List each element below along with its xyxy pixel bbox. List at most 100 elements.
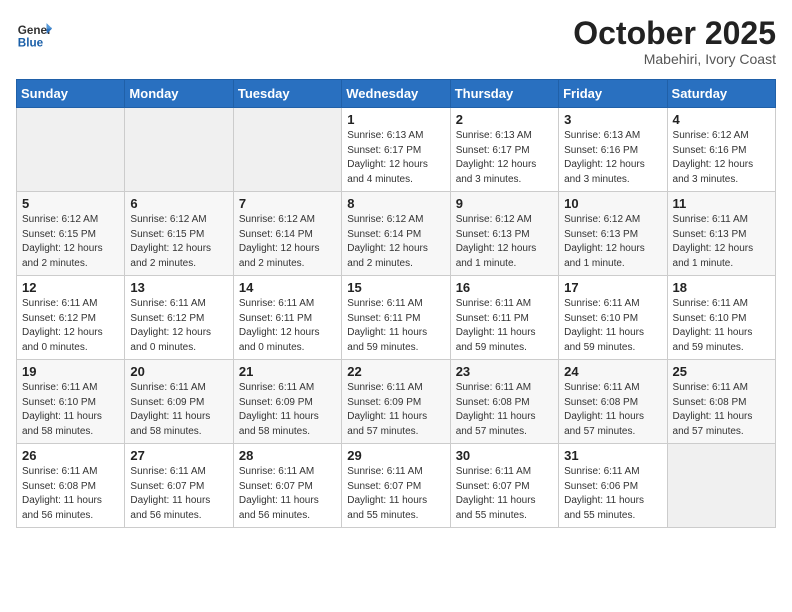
day-info: Sunrise: 6:11 AM Sunset: 6:07 PM Dayligh… <box>239 465 336 523</box>
day-cell: 12Sunrise: 6:11 AM Sunset: 6:12 PM Dayli… <box>17 276 125 360</box>
day-number: 12 <box>22 280 119 295</box>
day-number: 26 <box>22 448 119 463</box>
day-number: 16 <box>456 280 553 295</box>
day-info: Sunrise: 6:11 AM Sunset: 6:09 PM Dayligh… <box>239 381 336 439</box>
page-header: General Blue October 2025 Mabehiri, Ivor… <box>16 16 776 67</box>
day-cell: 5Sunrise: 6:12 AM Sunset: 6:15 PM Daylig… <box>17 192 125 276</box>
day-info: Sunrise: 6:11 AM Sunset: 6:08 PM Dayligh… <box>564 381 661 439</box>
day-cell <box>125 108 233 192</box>
day-info: Sunrise: 6:11 AM Sunset: 6:11 PM Dayligh… <box>239 297 336 355</box>
location-subtitle: Mabehiri, Ivory Coast <box>573 51 776 67</box>
week-row-3: 12Sunrise: 6:11 AM Sunset: 6:12 PM Dayli… <box>17 276 776 360</box>
day-number: 19 <box>22 364 119 379</box>
day-cell: 6 Sunrise: 6:12 AM Sunset: 6:15 PM Daylig… <box>125 192 233 276</box>
day-cell: 10Sunrise: 6:12 AM Sunset: 6:13 PM Dayli… <box>559 192 667 276</box>
header-sunday: Sunday <box>17 80 125 108</box>
svg-text:Blue: Blue <box>18 37 44 50</box>
day-number: 15 <box>347 280 444 295</box>
day-cell: 28 Sunrise: 6:11 AM Sunset: 6:07 PM Dayli… <box>233 444 341 528</box>
day-info: Sunrise: 6:11 AM Sunset: 6:10 PM Dayligh… <box>673 297 770 355</box>
day-info: Sunrise: 6:12 AM Sunset: 6:14 PM Dayligh… <box>239 213 336 271</box>
title-block: October 2025 Mabehiri, Ivory Coast <box>573 16 776 67</box>
day-number: 8 <box>347 196 444 211</box>
day-number: 28 <box>239 448 336 463</box>
day-cell: 29 Sunrise: 6:11 AM Sunset: 6:07 PM Dayli… <box>342 444 450 528</box>
day-info: Sunrise: 6:12 AM Sunset: 6:13 PM Dayligh… <box>456 213 553 271</box>
day-cell <box>233 108 341 192</box>
logo: General Blue <box>16 16 52 52</box>
day-info: Sunrise: 6:12 AM Sunset: 6:13 PM Dayligh… <box>564 213 661 271</box>
day-cell: 26 Sunrise: 6:11 AM Sunset: 6:08 PM Dayli… <box>17 444 125 528</box>
week-row-1: 1 Sunrise: 6:13 AM Sunset: 6:17 PM Daylig… <box>17 108 776 192</box>
day-number: 6 <box>130 196 227 211</box>
day-cell: 3Sunrise: 6:13 AM Sunset: 6:16 PM Daylig… <box>559 108 667 192</box>
header-monday: Monday <box>125 80 233 108</box>
day-number: 29 <box>347 448 444 463</box>
header-thursday: Thursday <box>450 80 558 108</box>
day-number: 24 <box>564 364 661 379</box>
day-cell: 7Sunrise: 6:12 AM Sunset: 6:14 PM Daylig… <box>233 192 341 276</box>
day-number: 23 <box>456 364 553 379</box>
day-cell: 24 Sunrise: 6:11 AM Sunset: 6:08 PM Dayli… <box>559 360 667 444</box>
day-number: 1 <box>347 112 444 127</box>
day-cell: 19 Sunrise: 6:11 AM Sunset: 6:10 PM Dayli… <box>17 360 125 444</box>
day-info: Sunrise: 6:12 AM Sunset: 6:14 PM Dayligh… <box>347 213 444 271</box>
day-cell: 31 Sunrise: 6:11 AM Sunset: 6:06 PM Dayli… <box>559 444 667 528</box>
day-info: Sunrise: 6:11 AM Sunset: 6:08 PM Dayligh… <box>673 381 770 439</box>
day-number: 31 <box>564 448 661 463</box>
day-number: 9 <box>456 196 553 211</box>
day-number: 14 <box>239 280 336 295</box>
day-cell: 11 Sunrise: 6:11 AM Sunset: 6:13 PM Dayli… <box>667 192 775 276</box>
day-cell: 15Sunrise: 6:11 AM Sunset: 6:11 PM Dayli… <box>342 276 450 360</box>
day-number: 25 <box>673 364 770 379</box>
day-cell <box>17 108 125 192</box>
day-cell: 17 Sunrise: 6:11 AM Sunset: 6:10 PM Dayli… <box>559 276 667 360</box>
day-number: 20 <box>130 364 227 379</box>
day-cell <box>667 444 775 528</box>
day-cell: 4 Sunrise: 6:12 AM Sunset: 6:16 PM Daylig… <box>667 108 775 192</box>
day-info: Sunrise: 6:11 AM Sunset: 6:10 PM Dayligh… <box>22 381 119 439</box>
day-cell: 20 Sunrise: 6:11 AM Sunset: 6:09 PM Dayli… <box>125 360 233 444</box>
day-number: 13 <box>130 280 227 295</box>
day-info: Sunrise: 6:11 AM Sunset: 6:09 PM Dayligh… <box>347 381 444 439</box>
day-info: Sunrise: 6:12 AM Sunset: 6:16 PM Dayligh… <box>673 129 770 187</box>
calendar-table: SundayMondayTuesdayWednesdayThursdayFrid… <box>16 79 776 528</box>
day-cell: 2 Sunrise: 6:13 AM Sunset: 6:17 PM Daylig… <box>450 108 558 192</box>
day-info: Sunrise: 6:12 AM Sunset: 6:15 PM Dayligh… <box>130 213 227 271</box>
day-info: Sunrise: 6:11 AM Sunset: 6:08 PM Dayligh… <box>456 381 553 439</box>
day-number: 30 <box>456 448 553 463</box>
day-number: 11 <box>673 196 770 211</box>
week-row-4: 19 Sunrise: 6:11 AM Sunset: 6:10 PM Dayli… <box>17 360 776 444</box>
day-number: 27 <box>130 448 227 463</box>
day-number: 2 <box>456 112 553 127</box>
day-cell: 25 Sunrise: 6:11 AM Sunset: 6:08 PM Dayli… <box>667 360 775 444</box>
day-info: Sunrise: 6:13 AM Sunset: 6:17 PM Dayligh… <box>347 129 444 187</box>
day-info: Sunrise: 6:11 AM Sunset: 6:13 PM Dayligh… <box>673 213 770 271</box>
day-cell: 23 Sunrise: 6:11 AM Sunset: 6:08 PM Dayli… <box>450 360 558 444</box>
day-info: Sunrise: 6:11 AM Sunset: 6:07 PM Dayligh… <box>347 465 444 523</box>
day-info: Sunrise: 6:11 AM Sunset: 6:07 PM Dayligh… <box>130 465 227 523</box>
header-saturday: Saturday <box>667 80 775 108</box>
day-cell: 30 Sunrise: 6:11 AM Sunset: 6:07 PM Dayli… <box>450 444 558 528</box>
day-info: Sunrise: 6:11 AM Sunset: 6:06 PM Dayligh… <box>564 465 661 523</box>
header-wednesday: Wednesday <box>342 80 450 108</box>
day-info: Sunrise: 6:11 AM Sunset: 6:07 PM Dayligh… <box>456 465 553 523</box>
week-row-5: 26 Sunrise: 6:11 AM Sunset: 6:08 PM Dayli… <box>17 444 776 528</box>
day-cell: 18 Sunrise: 6:11 AM Sunset: 6:10 PM Dayli… <box>667 276 775 360</box>
day-info: Sunrise: 6:11 AM Sunset: 6:10 PM Dayligh… <box>564 297 661 355</box>
day-info: Sunrise: 6:11 AM Sunset: 6:08 PM Dayligh… <box>22 465 119 523</box>
day-cell: 22Sunrise: 6:11 AM Sunset: 6:09 PM Dayli… <box>342 360 450 444</box>
day-info: Sunrise: 6:13 AM Sunset: 6:17 PM Dayligh… <box>456 129 553 187</box>
header-friday: Friday <box>559 80 667 108</box>
day-cell: 1 Sunrise: 6:13 AM Sunset: 6:17 PM Daylig… <box>342 108 450 192</box>
day-number: 17 <box>564 280 661 295</box>
day-number: 4 <box>673 112 770 127</box>
day-cell: 27 Sunrise: 6:11 AM Sunset: 6:07 PM Dayli… <box>125 444 233 528</box>
day-info: Sunrise: 6:11 AM Sunset: 6:09 PM Dayligh… <box>130 381 227 439</box>
logo-icon: General Blue <box>16 16 52 52</box>
header-tuesday: Tuesday <box>233 80 341 108</box>
calendar-header-row: SundayMondayTuesdayWednesdayThursdayFrid… <box>17 80 776 108</box>
day-info: Sunrise: 6:12 AM Sunset: 6:15 PM Dayligh… <box>22 213 119 271</box>
day-number: 18 <box>673 280 770 295</box>
week-row-2: 5Sunrise: 6:12 AM Sunset: 6:15 PM Daylig… <box>17 192 776 276</box>
